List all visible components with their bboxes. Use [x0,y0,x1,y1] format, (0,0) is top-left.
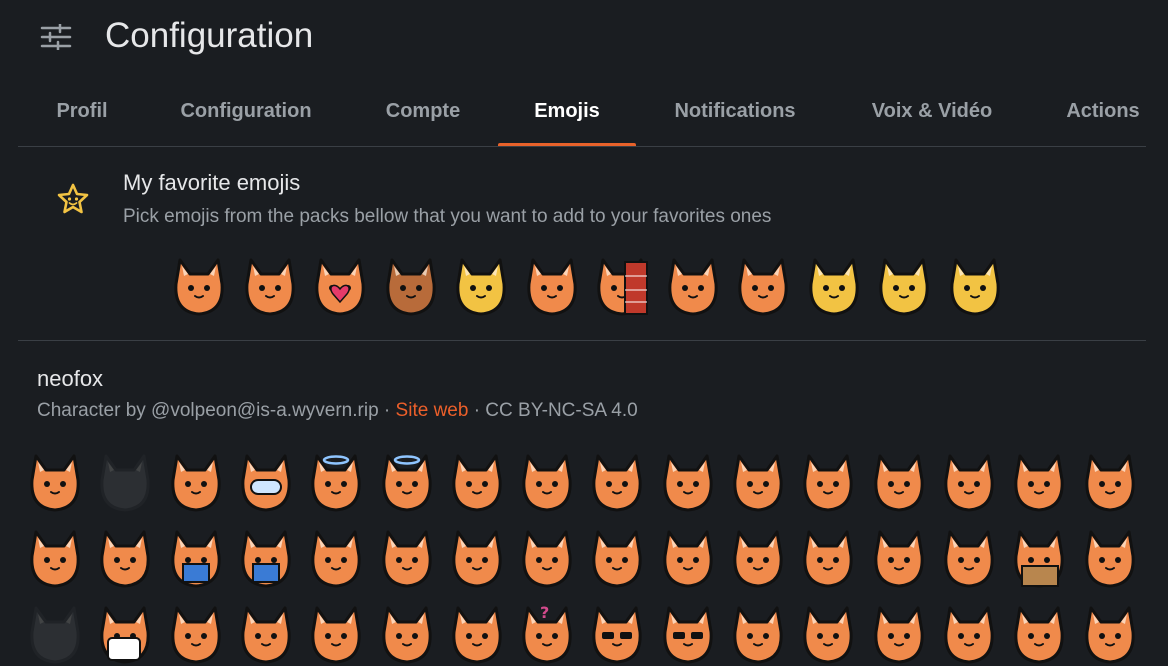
favorite-emoji-shout[interactable] [946,256,1004,318]
emoji-pack-neofox: neofox Character by @volpeon@is-a.wyvern… [0,342,1168,664]
pack-emoji-ooh[interactable] [729,604,787,666]
pack-emoji-astronaut[interactable] [588,452,646,514]
pack-emoji-blank[interactable] [870,452,928,514]
tab-actions[interactable]: Actions [1058,86,1148,146]
pack-license: · CC BY-NC-SA 4.0 [468,400,638,421]
pack-emoji-blep[interactable] [307,528,365,590]
pack-emoji-amogus[interactable] [237,452,295,514]
pack-emoji-shades2[interactable] [659,604,717,666]
pack-emoji-blep6[interactable] [799,528,857,590]
pack-emoji-surprised[interactable] [799,452,857,514]
pack-emoji-angry[interactable] [448,452,506,514]
pack-emoji-ghost[interactable] [96,452,154,514]
favorites-emoji-row [170,256,1010,320]
pack-credits: Character by @volpeon@is-a.wyvern.rip · … [37,400,638,422]
pack-emoji-hood3[interactable] [307,604,365,666]
favorite-emoji-squint[interactable] [875,256,933,318]
pack-emoji-wink-hands[interactable] [940,528,998,590]
favorites-title: My favorite emojis [123,170,301,195]
favorite-emoji-scared[interactable] [734,256,792,318]
pack-emoji-devil[interactable] [1010,604,1068,666]
pack-emoji-shades[interactable] [588,604,646,666]
pack-emoji-lying-flat[interactable] [96,528,154,590]
pack-emoji-yellow-wut[interactable] [1081,528,1139,590]
pack-name: neofox [37,366,104,391]
pack-emoji-mug[interactable] [96,604,154,666]
svg-text:?: ? [540,604,549,622]
pack-emoji-hood4[interactable] [378,604,436,666]
favorite-emoji-fluffy[interactable] [241,256,299,318]
favorites-description: Pick emojis from the packs bellow that y… [123,206,772,227]
pack-emoji-book-read[interactable] [237,528,295,590]
pack-emoji-blep4[interactable] [588,528,646,590]
pack-emoji-bluehair[interactable] [26,452,84,514]
pack-emoji-question[interactable]: ? [518,604,576,666]
tab-notifications[interactable]: Notifications [666,86,804,146]
star-face-icon [56,182,90,216]
pack-emoji-ghost2[interactable] [26,604,84,666]
pack-emoji-blep-x[interactable] [518,528,576,590]
favorite-emoji-smile[interactable] [523,256,581,318]
pack-emoji-blep5[interactable] [659,528,717,590]
pack-emoji-box[interactable] [1010,528,1068,590]
pack-emoji-lying[interactable] [26,528,84,590]
pack-emoji-cry[interactable] [799,604,857,666]
tab-compte[interactable]: Compte [380,86,466,146]
pack-emoji-astronaut-point[interactable] [659,452,717,514]
favorite-emoji-happy[interactable] [170,256,228,318]
favorite-emoji-sparkle[interactable] [382,256,440,318]
pack-emoji-hood5[interactable] [448,604,506,666]
pack-emoji-squint[interactable] [1010,452,1068,514]
pack-emoji-angelsad[interactable] [378,452,436,514]
favorite-emoji-think[interactable] [805,256,863,318]
pack-emoji-hood2[interactable] [237,604,295,666]
pack-emoji-angel[interactable] [307,452,365,514]
pack-emoji-facepalm[interactable] [1081,452,1139,514]
pack-site-link[interactable]: Site web [396,400,469,421]
tab-emojis[interactable]: Emojis [498,86,636,146]
page-title: Configuration [105,16,314,55]
pack-emoji-glasses-up[interactable] [870,604,928,666]
favorite-emoji-wall[interactable] [593,256,651,318]
tab-voix-video[interactable]: Voix & Vidéo [864,86,1000,146]
tab-bar: Profil Configuration Compte Emojis Notif… [18,86,1146,147]
pack-emoji-cry-hands[interactable] [729,452,787,514]
pack-emoji-blep2[interactable] [378,528,436,590]
pack-emoji-blep-blue[interactable] [729,528,787,590]
pack-emoji-blep3[interactable] [448,528,506,590]
tab-configuration[interactable]: Configuration [173,86,319,146]
pack-emoji-think[interactable] [167,452,225,514]
sliders-icon [40,22,72,52]
pack-emoji-point[interactable] [518,452,576,514]
pack-emoji-hood[interactable] [167,604,225,666]
pack-emoji-smile[interactable] [940,452,998,514]
pack-emoji-book[interactable] [167,528,225,590]
pack-emoji-grid: ? [26,452,1146,664]
page-header: Configuration [0,0,1168,80]
favorite-emoji-sad[interactable] [664,256,722,318]
tab-profil[interactable]: Profil [46,86,118,146]
pack-emoji-eyes[interactable] [940,604,998,666]
favorites-section: My favorite emojis Pick emojis from the … [18,148,1146,341]
pack-emoji-blep7[interactable] [870,528,928,590]
favorite-emoji-heart[interactable] [311,256,369,318]
favorite-emoji-egg[interactable] [452,256,510,318]
pack-emoji-dizzy[interactable] [1081,604,1139,666]
pack-author: Character by @volpeon@is-a.wyvern.rip · [37,400,396,421]
